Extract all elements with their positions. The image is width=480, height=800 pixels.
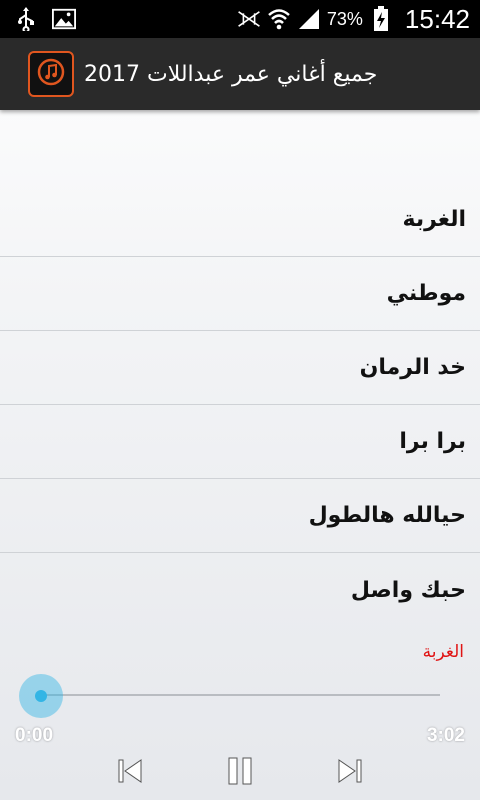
list-item[interactable]: حيالله هالطول — [0, 479, 480, 553]
song-title: برا برا — [399, 429, 466, 454]
battery-percent: 73% — [326, 8, 363, 29]
clock: 15:42 — [404, 3, 470, 34]
list-item[interactable]: الغربة — [0, 183, 480, 257]
song-title: حبك واصل — [350, 577, 466, 603]
next-button[interactable] — [330, 754, 370, 792]
list-item[interactable]: موطني — [0, 257, 480, 331]
seek-thumb-dot — [35, 690, 47, 702]
no-sim-icon — [237, 7, 261, 31]
pause-icon — [226, 756, 254, 790]
song-list: الغربة موطني خد الرمان برا برا حيالله ها… — [0, 183, 480, 627]
total-time: 3:02 — [426, 725, 465, 746]
app-title: جميع أغاني عمر عبداللات 2017 — [84, 61, 378, 87]
next-icon — [337, 757, 363, 789]
list-item[interactable]: برا برا — [0, 405, 480, 479]
list-item[interactable]: حبك واصل — [0, 553, 480, 627]
previous-icon — [117, 757, 143, 789]
music-note-icon — [36, 57, 66, 91]
battery-charging-icon — [369, 6, 393, 31]
seek-thumb[interactable] — [19, 674, 63, 718]
list-item[interactable]: خد الرمان — [0, 331, 480, 405]
song-title: موطني — [386, 281, 466, 306]
signal-icon — [297, 7, 321, 31]
wifi-icon — [267, 7, 291, 31]
song-title: خد الرمان — [359, 355, 466, 380]
current-time: 0:00 — [15, 725, 54, 746]
app-logo[interactable] — [28, 51, 74, 97]
usb-icon — [14, 7, 38, 31]
song-title: الغربة — [402, 207, 466, 232]
song-title: حيالله هالطول — [308, 503, 466, 528]
status-bar: 73% 15:42 — [0, 0, 480, 38]
app-bar: جميع أغاني عمر عبداللات 2017 — [0, 38, 480, 110]
now-playing-title: الغربة — [422, 642, 464, 662]
image-icon — [52, 7, 76, 31]
pause-button[interactable] — [220, 754, 260, 792]
seek-bar[interactable] — [40, 694, 440, 696]
previous-button[interactable] — [110, 754, 150, 792]
